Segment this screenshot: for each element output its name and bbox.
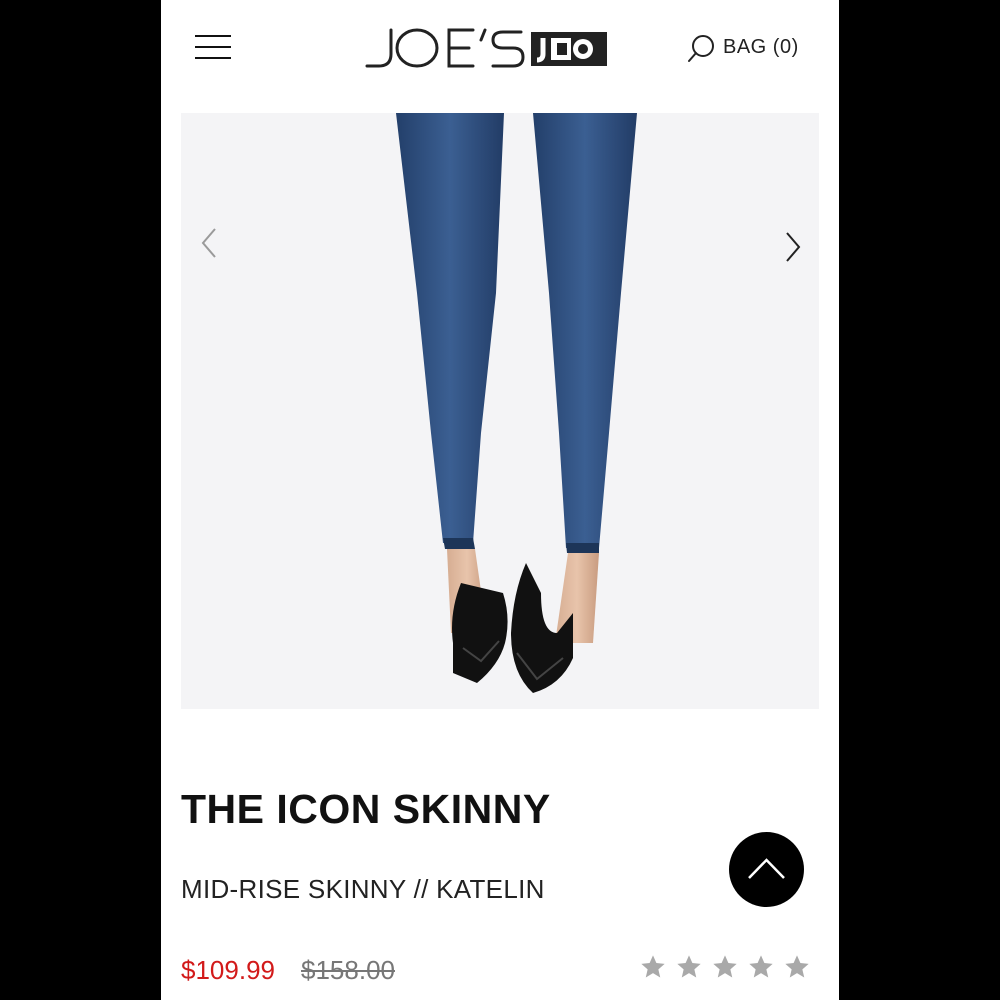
scroll-to-top-button[interactable] [729,832,804,907]
product-image-carousel[interactable] [181,113,819,709]
star-icon[interactable] [639,953,667,981]
star-icon[interactable] [675,953,703,981]
chevron-up-icon [748,858,785,879]
rating-stars[interactable] [639,953,811,981]
search-icon[interactable] [686,34,716,64]
star-icon[interactable] [783,953,811,981]
chevron-left-icon[interactable] [195,223,225,263]
sale-price: $109.99 [181,955,275,985]
product-photo [396,113,637,693]
bag-link[interactable]: BAG (0) [723,36,799,59]
brand-logo[interactable] [361,24,613,70]
hamburger-menu-icon[interactable] [195,33,231,63]
original-price: $158.00 [301,955,395,985]
star-icon[interactable] [711,953,739,981]
product-subtitle: MID-RISE SKINNY // KATELIN [181,874,545,904]
star-icon[interactable] [747,953,775,981]
mobile-page: BAG (0) THE ICON SKINNY MID-RISE SKINNY … [161,0,839,1000]
chevron-right-icon[interactable] [777,227,807,267]
product-title: THE ICON SKINNY [181,786,551,832]
